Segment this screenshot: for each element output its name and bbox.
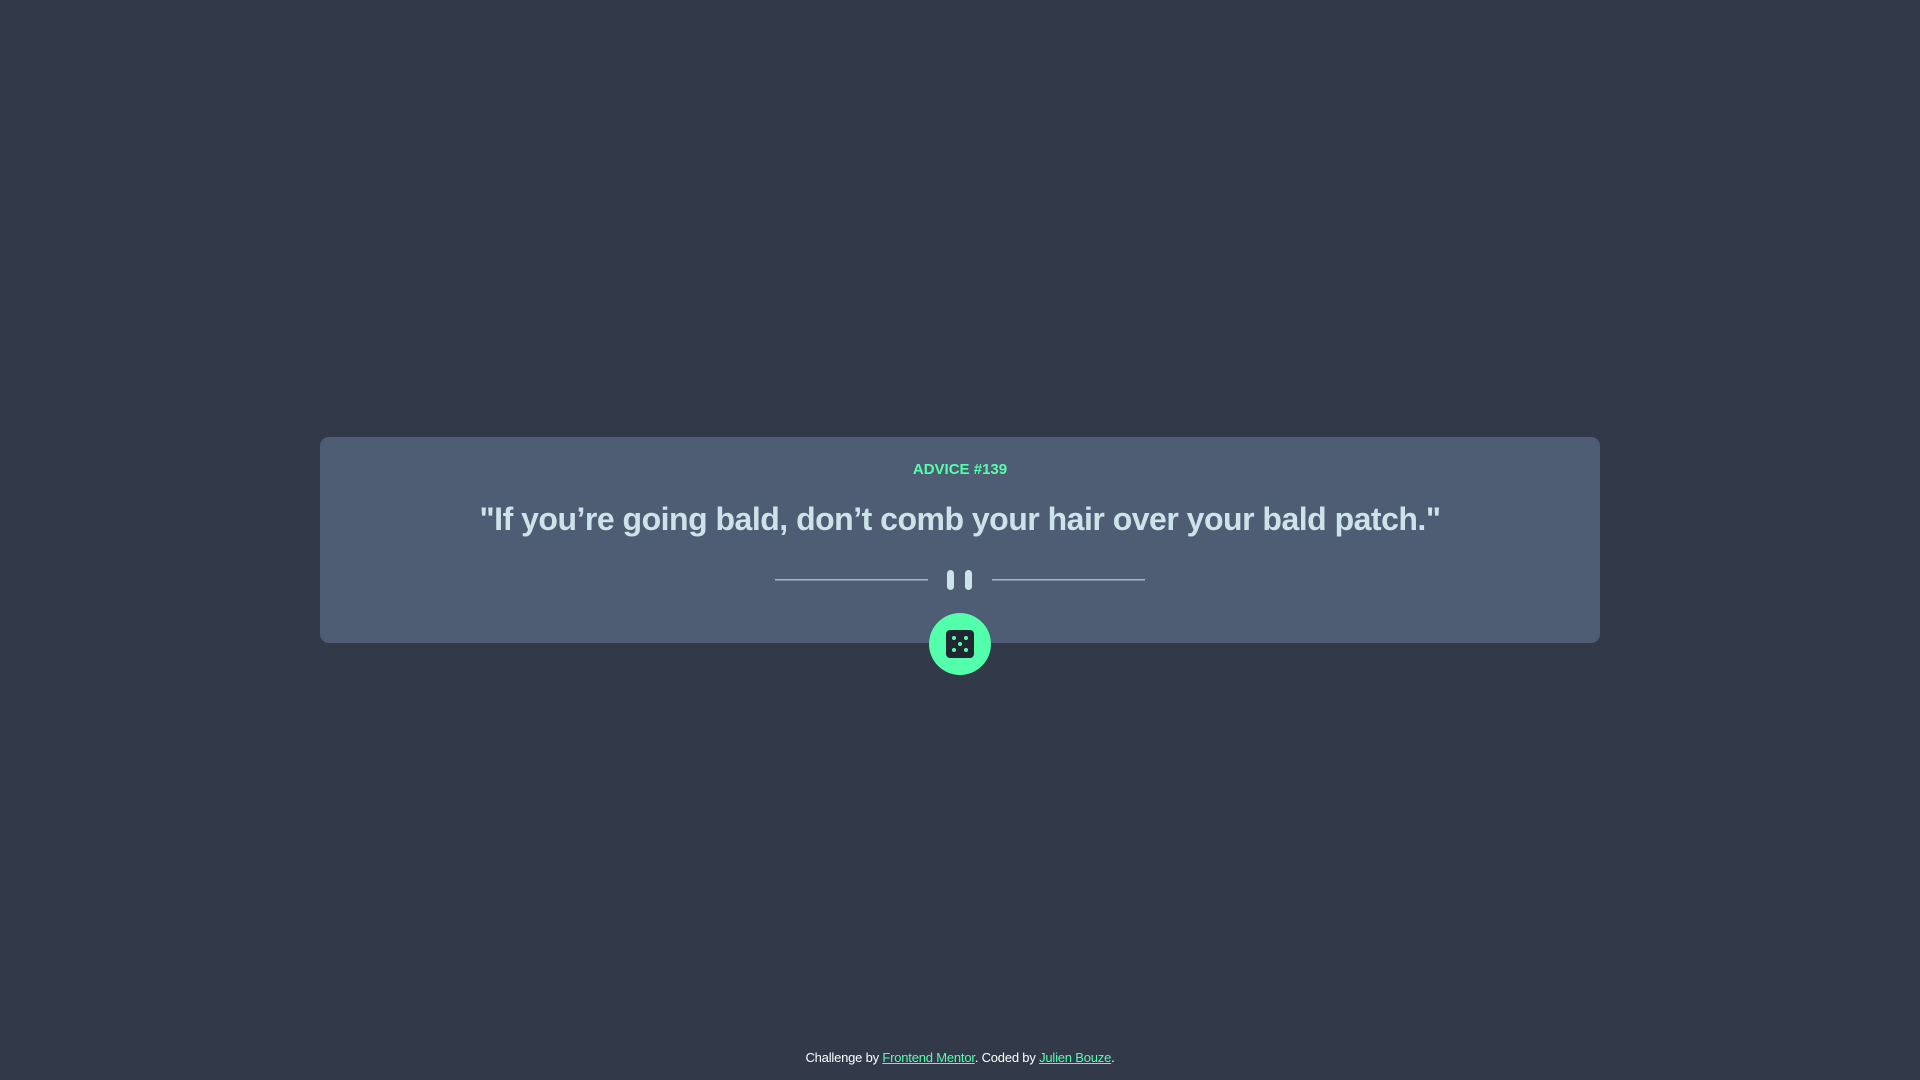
frontend-mentor-link[interactable]: Frontend Mentor (882, 1050, 975, 1065)
advice-quote: "If you’re going bald, don’t comb your h… (479, 501, 1441, 537)
author-link[interactable]: Julien Bouze (1039, 1050, 1111, 1065)
dice-button[interactable] (929, 613, 991, 675)
attribution-footer: Challenge by Frontend Mentor. Coded by J… (0, 1050, 1920, 1065)
footer-middle: . Coded by (974, 1050, 1040, 1065)
pause-divider-icon (320, 570, 1600, 590)
footer-prefix: Challenge by (805, 1050, 883, 1065)
footer-suffix: . (1111, 1050, 1115, 1065)
advice-number: ADVICE #139 (912, 461, 1008, 478)
dice-icon (946, 630, 974, 658)
page: ADVICE #139 "If you’re going bald, don’t… (0, 0, 1920, 1080)
